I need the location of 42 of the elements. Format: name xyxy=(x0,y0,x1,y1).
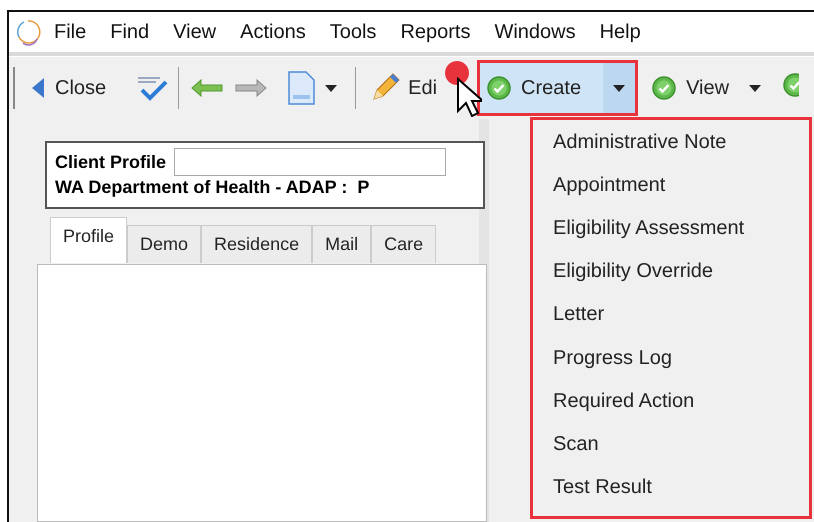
client-name-field[interactable] xyxy=(174,148,446,176)
menu-item[interactable]: Letter xyxy=(533,300,809,344)
tab[interactable]: Mail xyxy=(312,225,372,263)
check-circle-icon xyxy=(652,76,676,100)
menu-item[interactable]: Test Result xyxy=(533,472,809,516)
view-button[interactable]: View xyxy=(646,65,736,111)
menu-item[interactable]: Progress Log xyxy=(533,344,809,387)
right-arrow-icon[interactable] xyxy=(235,79,268,97)
left-arrow-icon[interactable] xyxy=(191,79,224,97)
menu-item[interactable]: Appointment xyxy=(533,171,809,214)
tab[interactable]: Care xyxy=(371,225,436,263)
menu-item[interactable]: Eligibility Assessment xyxy=(533,214,809,258)
menu-item[interactable]: View xyxy=(161,20,228,44)
menu-item[interactable]: Reports xyxy=(388,20,482,44)
menu-item[interactable]: Help xyxy=(588,20,653,44)
menu-item[interactable]: Find xyxy=(98,20,162,44)
tab[interactable]: Profile xyxy=(50,217,128,263)
client-header-title: Client Profile xyxy=(55,152,166,172)
menu-item[interactable]: Eligibility Override xyxy=(533,257,809,300)
caret-icon[interactable] xyxy=(613,84,626,92)
edit-button[interactable]: Edi xyxy=(364,65,444,111)
menu-item[interactable]: Actions xyxy=(228,20,318,44)
app-logo-icon xyxy=(14,18,42,46)
menu-item[interactable]: Scan xyxy=(533,430,809,473)
create-button[interactable]: Create xyxy=(477,60,638,116)
document-icon[interactable] xyxy=(287,71,316,105)
mouse-pointer-icon xyxy=(456,77,482,117)
menu-item[interactable]: Tools xyxy=(318,20,388,44)
menu-item[interactable]: File xyxy=(42,20,98,44)
tab[interactable]: Demo xyxy=(127,225,202,263)
check-circle-icon xyxy=(487,76,512,100)
close-button[interactable]: Close xyxy=(25,65,112,111)
menu-item[interactable]: Required Action xyxy=(533,386,809,430)
menu-item[interactable]: Administrative Note xyxy=(533,128,809,172)
back-arrow-icon xyxy=(31,77,45,99)
caret-icon[interactable] xyxy=(749,84,762,92)
pencil-icon xyxy=(370,73,400,103)
menu-item[interactable]: Windows xyxy=(482,20,588,44)
tab[interactable]: Residence xyxy=(201,225,312,263)
caret-icon[interactable] xyxy=(325,84,338,92)
click-marker-icon xyxy=(445,61,469,85)
client-header-subtitle: WA Department of Health - ADAP : P xyxy=(55,177,370,198)
